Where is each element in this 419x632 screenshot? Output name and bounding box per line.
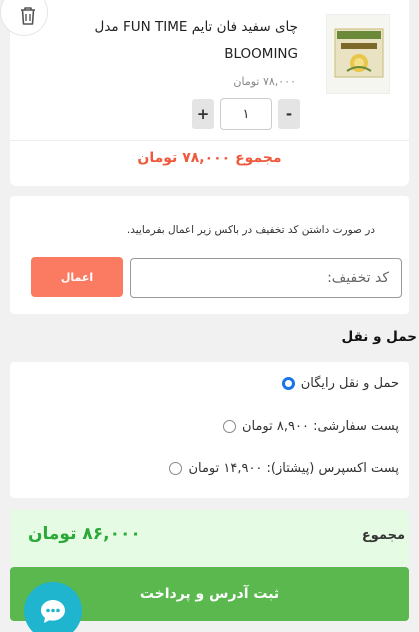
shipping-option-label: پست اکسپرس (پیشتاز): ۱۴,۹۰۰ تومان	[188, 461, 399, 476]
product-title[interactable]: چای سفید فان تایم FUN TIME مدل BLOOMING	[70, 14, 298, 68]
shipping-option-label: حمل و نقل رایگان	[300, 376, 399, 391]
shipping-heading: حمل و نقل	[341, 329, 417, 345]
shipping-option-express-post[interactable]: پست اکسپرس (پیشتاز): ۱۴,۹۰۰ تومان	[169, 461, 399, 476]
product-image[interactable]	[326, 14, 390, 94]
decrease-quantity-button[interactable]: -	[278, 99, 300, 129]
shipping-options-card: حمل و نقل رایگان پست سفارشی: ۸,۹۰۰ تومان…	[10, 362, 409, 498]
apply-discount-button[interactable]: اعمال	[31, 257, 123, 297]
discount-code-input[interactable]: کد تخفیف:	[130, 258, 402, 298]
cart-item-card: چای سفید فان تایم FUN TIME مدل BLOOMING …	[0, 0, 409, 186]
increase-quantity-button[interactable]: +	[192, 99, 214, 129]
total-value: ۸۶,۰۰۰ تومان	[28, 524, 141, 544]
radio-selected-icon[interactable]	[281, 377, 295, 390]
order-total-card: مجموع ۸۶,۰۰۰ تومان	[10, 510, 409, 566]
total-label: مجموع	[361, 528, 405, 543]
item-subtotal: مجموع ۷۸,۰۰۰ تومان	[137, 150, 282, 166]
quantity-input[interactable]: ۱	[220, 98, 272, 130]
shipping-option-registered-post[interactable]: پست سفارشی: ۸,۹۰۰ تومان	[222, 419, 399, 434]
discount-card: در صورت داشتن کد تخفیف در باکس زیر اعمال…	[10, 196, 409, 314]
chat-bubble-icon[interactable]	[24, 582, 82, 632]
quantity-stepper: + ۱ -	[192, 98, 300, 130]
radio-icon[interactable]	[169, 462, 183, 475]
divider	[10, 140, 409, 141]
shipping-option-label: پست سفارشی: ۸,۹۰۰ تومان	[241, 419, 399, 434]
radio-icon[interactable]	[222, 420, 236, 433]
shipping-option-free[interactable]: حمل و نقل رایگان	[281, 376, 399, 391]
discount-note: در صورت داشتن کد تخفیف در باکس زیر اعمال…	[126, 224, 375, 236]
trash-icon[interactable]	[0, 0, 48, 36]
product-price: ۷۸,۰۰۰ تومان	[233, 75, 296, 88]
